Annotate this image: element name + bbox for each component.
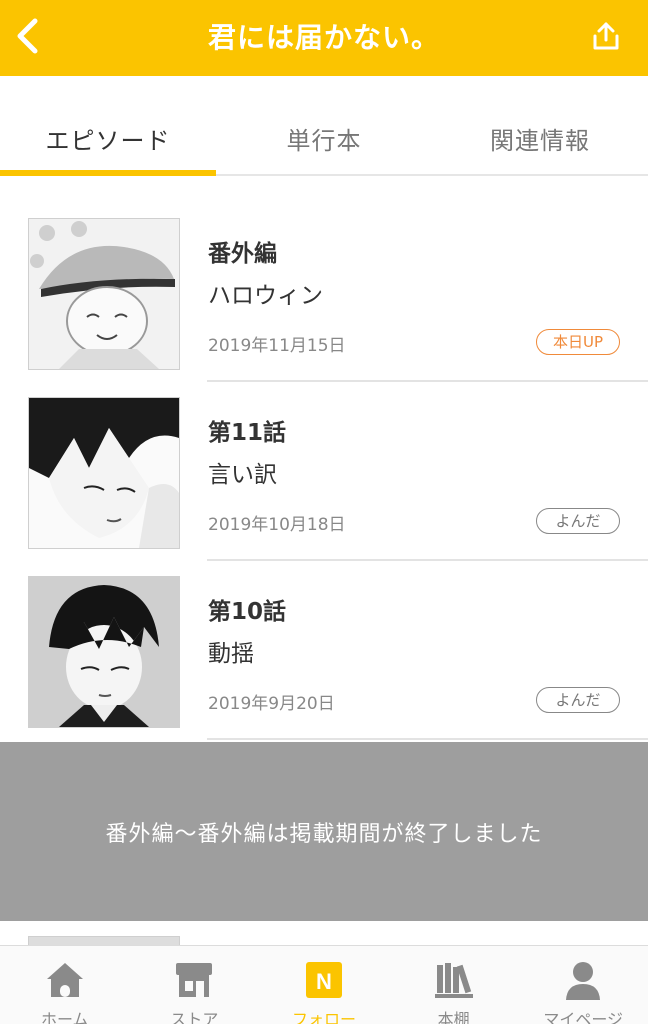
chevron-left-icon: [15, 18, 41, 58]
tab-bar: エピソード 単行本 関連情報: [0, 104, 648, 176]
episode-thumbnail: [28, 218, 180, 370]
nav-label: フォロー: [291, 1010, 356, 1024]
divider: [207, 738, 648, 740]
nav-label: マイページ: [543, 1010, 624, 1024]
follow-n-icon: N: [302, 960, 346, 1000]
episode-title: 動揺: [208, 641, 254, 667]
nav-home[interactable]: ホーム: [0, 946, 130, 1024]
episode-title: ハロウィン: [208, 283, 323, 309]
episode-title: 言い訳: [208, 462, 277, 488]
today-up-badge: 本日UP: [536, 329, 620, 355]
bookshelf-icon: [432, 960, 476, 1000]
nav-mypage[interactable]: マイページ: [518, 946, 648, 1024]
episode-thumbnail: [28, 576, 180, 728]
episode-number: 番外編: [208, 241, 277, 267]
episode-thumbnail: [28, 397, 180, 549]
app-header: 君には届かない。: [0, 0, 648, 76]
expired-notice: 番外編〜番外編は掲載期間が終了しました: [0, 742, 648, 921]
episode-date: 2019年10月18日: [208, 515, 346, 535]
episode-number: 第10話: [208, 599, 287, 625]
episode-item[interactable]: 第11話 言い訳 2019年10月18日 よんだ: [0, 373, 648, 561]
episode-number: 第11話: [208, 420, 287, 446]
read-badge: よんだ: [536, 687, 620, 713]
episode-date: 2019年9月20日: [208, 694, 335, 714]
episode-date: 2019年11月15日: [208, 336, 346, 356]
read-badge: よんだ: [536, 508, 620, 534]
episode-item[interactable]: 第10話 動揺 2019年9月20日 よんだ: [0, 552, 648, 740]
tab-volumes[interactable]: 単行本: [216, 104, 432, 174]
home-icon: [43, 960, 87, 1000]
share-icon: [591, 20, 621, 56]
nav-label: 本棚: [437, 1010, 470, 1024]
nav-label: ストア: [170, 1010, 219, 1024]
svg-text:N: N: [316, 969, 332, 994]
nav-bookshelf[interactable]: 本棚: [389, 946, 519, 1024]
back-button[interactable]: [8, 14, 48, 62]
bottom-nav: ホーム ストア N フォロー 本棚 マイページ: [0, 945, 648, 1024]
nav-label: ホーム: [41, 1010, 89, 1024]
tab-episodes[interactable]: エピソード: [0, 104, 216, 176]
page-title: 君には届かない。: [207, 21, 440, 54]
nav-store[interactable]: ストア: [130, 946, 260, 1024]
person-icon: [561, 960, 605, 1000]
nav-follow[interactable]: N フォロー: [259, 946, 389, 1024]
episode-list: 番外編 ハロウィン 2019年11月15日 本日UP 第11話 言い訳 2019…: [0, 194, 648, 740]
episode-item[interactable]: 番外編 ハロウィン 2019年11月15日 本日UP: [0, 194, 648, 382]
share-button[interactable]: [584, 16, 628, 60]
store-icon: [172, 960, 216, 1000]
tab-related-info[interactable]: 関連情報: [432, 104, 648, 174]
